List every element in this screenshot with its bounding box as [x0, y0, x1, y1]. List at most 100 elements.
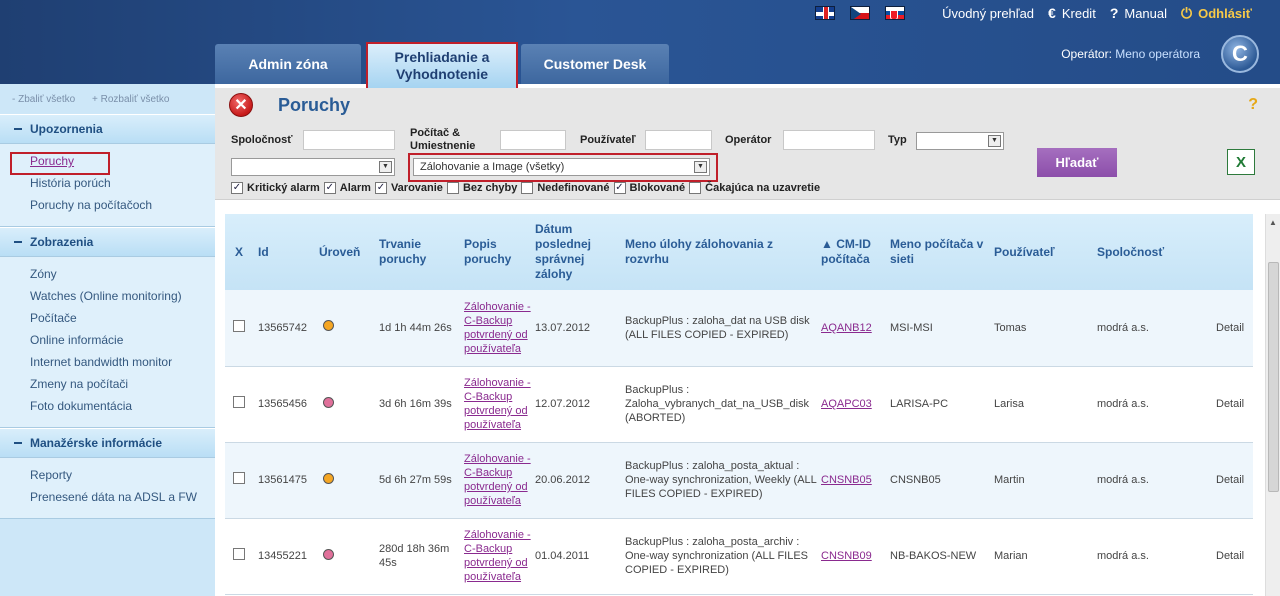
cell-computer-name: MSI-MSI — [890, 321, 933, 334]
sidebar-item-poruchy-na-pocitacoch[interactable]: Poruchy na počítačoch — [30, 194, 215, 216]
cmid-link[interactable]: AQANB12 — [821, 322, 872, 334]
detail-link[interactable]: Detail — [1216, 322, 1244, 334]
table-header-row: X Id Úroveň Trvanie poruchy Popis poruch… — [225, 214, 1253, 290]
level-indicator-icon — [323, 396, 334, 408]
type-select[interactable]: ▼ — [916, 132, 1004, 150]
search-button[interactable]: Hľadať — [1037, 148, 1117, 177]
sidebar-section-alerts[interactable]: Upozornenia — [0, 114, 215, 144]
secondary-select[interactable]: ▼ — [231, 158, 395, 176]
col-header-cmid[interactable]: ▲ CM-ID počítača — [817, 214, 886, 290]
description-link[interactable]: Zálohovanie - C-Backup potvrdený od použ… — [464, 453, 531, 507]
tab-customer-desk[interactable]: Customer Desk — [521, 44, 669, 84]
sidebar-item-prenesene-data[interactable]: Prenesené dáta na ADSL a FW — [30, 486, 215, 508]
user-input[interactable] — [645, 130, 712, 150]
credit-link-label: Kredit — [1061, 5, 1096, 21]
level-indicator-icon — [323, 548, 334, 560]
sidebar-item-zony[interactable]: Zóny — [30, 263, 215, 285]
cell-user: Larisa — [994, 398, 1024, 410]
collapse-all-link[interactable]: - Zbaliť všetko — [12, 94, 75, 105]
scroll-thumb[interactable] — [1268, 262, 1279, 492]
top-links-bar: Úvodný prehľad € Kredit ? Manual ⏻ Odhlásiť — [815, 0, 1280, 26]
credit-link[interactable]: € Kredit — [1048, 5, 1096, 21]
description-link[interactable]: Zálohovanie - C-Backup potvrdený od použ… — [464, 529, 531, 583]
operator-input[interactable] — [783, 130, 875, 150]
checkbox-label: Varovanie — [390, 182, 443, 194]
english-flag-icon[interactable] — [815, 6, 836, 20]
blocked-checkbox[interactable]: ✓ — [613, 182, 626, 194]
cell-computer-name: LARISA-PC — [890, 398, 949, 410]
cmid-link[interactable]: CNSNB05 — [821, 474, 872, 486]
expand-all-link[interactable]: + Rozbaliť všetko — [92, 94, 169, 105]
col-header-level[interactable]: Úroveň — [315, 214, 375, 290]
row-checkbox[interactable] — [233, 548, 245, 560]
description-link[interactable]: Zálohovanie - C-Backup potvrdený od použ… — [464, 301, 531, 355]
row-checkbox[interactable] — [233, 472, 245, 484]
table-row: 13565456 3d 6h 16m 39s Zálohovanie - C-B… — [225, 366, 1253, 442]
sidebar-item-bandwidth-monitor[interactable]: Internet bandwidth monitor — [30, 351, 215, 373]
no-error-checkbox[interactable] — [446, 182, 459, 194]
vertical-scrollbar[interactable]: ▲ — [1265, 214, 1280, 596]
alarm-checkbox[interactable]: ✓ — [323, 182, 336, 194]
company-input[interactable] — [303, 130, 395, 150]
description-link[interactable]: Zálohovanie - C-Backup potvrdený od použ… — [464, 377, 531, 431]
faults-table: X Id Úroveň Trvanie poruchy Popis poruch… — [225, 214, 1253, 595]
table-row: 13561475 5d 6h 27m 59s Zálohovanie - C-B… — [225, 442, 1253, 518]
col-header-id[interactable]: Id — [254, 214, 315, 290]
manual-link[interactable]: ? Manual — [1110, 5, 1167, 21]
cell-id: 13565456 — [258, 398, 307, 410]
computer-input[interactable] — [500, 130, 566, 150]
app-header: Úvodný prehľad € Kredit ? Manual ⏻ Odhlásiť… — [0, 0, 1280, 90]
col-header-job-name[interactable]: Meno úlohy zálohovania z rozvrhu — [621, 214, 817, 290]
detail-link[interactable]: Detail — [1216, 550, 1244, 562]
tab-browse-evaluate[interactable]: Prehliadanie a Vyhodnotenie — [366, 42, 518, 90]
scroll-up-icon[interactable]: ▲ — [1269, 218, 1277, 227]
close-icon[interactable]: ✕ — [229, 93, 253, 117]
slovak-flag-icon[interactable] — [885, 6, 906, 20]
row-checkbox[interactable] — [233, 396, 245, 408]
excel-export-icon[interactable]: X — [1227, 149, 1255, 175]
col-header-duration[interactable]: Trvanie poruchy — [375, 214, 460, 290]
cmid-link[interactable]: AQAPC03 — [821, 398, 872, 410]
row-checkbox[interactable] — [233, 319, 245, 332]
sidebar-item-foto-dokumentacia[interactable]: Foto dokumentácia — [30, 395, 215, 417]
sidebar-item-pocitace[interactable]: Počítače — [30, 307, 215, 329]
sidebar-section-management[interactable]: Manažérske informácie — [0, 428, 215, 458]
col-header-company[interactable]: Spoločnosť — [1093, 214, 1212, 290]
critical-alarm-checkbox[interactable]: ✓ — [231, 182, 243, 194]
logout-link[interactable]: ⏻ Odhlásiť — [1181, 5, 1252, 22]
sidebar-section-views[interactable]: Zobrazenia — [0, 227, 215, 257]
cell-last-backup: 13.07.2012 — [535, 321, 591, 334]
detail-link[interactable]: Detail — [1216, 398, 1244, 410]
col-header-user[interactable]: Používateľ — [990, 214, 1093, 290]
checkbox-label: Alarm — [339, 182, 371, 194]
cell-company: modrá a.s. — [1097, 474, 1149, 486]
cell-id: 13455221 — [258, 550, 307, 562]
table-row: 13455221 280d 18h 36m 45s Zálohovanie - … — [225, 518, 1253, 594]
col-header-description[interactable]: Popis poruchy — [460, 214, 531, 290]
level-indicator-icon — [323, 472, 334, 484]
col-header-last-backup[interactable]: Dátum poslednej správnej zálohy — [531, 214, 621, 290]
cell-job-name: BackupPlus : Zaloha_vybranych_dat_na_USB… — [625, 384, 810, 424]
sidebar-item-historia-poruch[interactable]: História porúch — [30, 172, 215, 194]
czech-flag-icon[interactable] — [850, 6, 871, 20]
logo-letter: C — [1232, 41, 1248, 66]
sidebar-item-watches[interactable]: Watches (Online monitoring) — [30, 285, 215, 307]
cell-id: 13561475 — [258, 474, 307, 486]
awaiting-close-checkbox[interactable] — [689, 182, 702, 194]
cmid-link[interactable]: CNSNB09 — [821, 550, 872, 562]
sidebar-item-reporty[interactable]: Reporty — [30, 464, 215, 486]
operator-label: Operátor: — [1061, 47, 1112, 61]
tab-admin-zone[interactable]: Admin zóna — [215, 44, 361, 84]
sidebar-item-zmeny-na-pocitaci[interactable]: Zmeny na počítači — [30, 373, 215, 395]
undefined-checkbox[interactable] — [521, 182, 534, 194]
cell-computer-name: NB-BAKOS-NEW — [890, 550, 977, 562]
warning-checkbox[interactable]: ✓ — [374, 182, 387, 194]
sidebar-item-online-informacie[interactable]: Online informácie — [30, 329, 215, 351]
question-icon: ? — [1109, 5, 1119, 21]
help-icon[interactable]: ? — [1248, 96, 1258, 114]
home-overview-link[interactable]: Úvodný prehľad — [942, 6, 1034, 21]
minus-icon — [14, 442, 22, 444]
detail-link[interactable]: Detail — [1216, 474, 1244, 486]
col-header-computer-name[interactable]: Meno počítača v sieti — [886, 214, 990, 290]
computer-label: Počítač & Umiestnenie — [410, 127, 476, 152]
